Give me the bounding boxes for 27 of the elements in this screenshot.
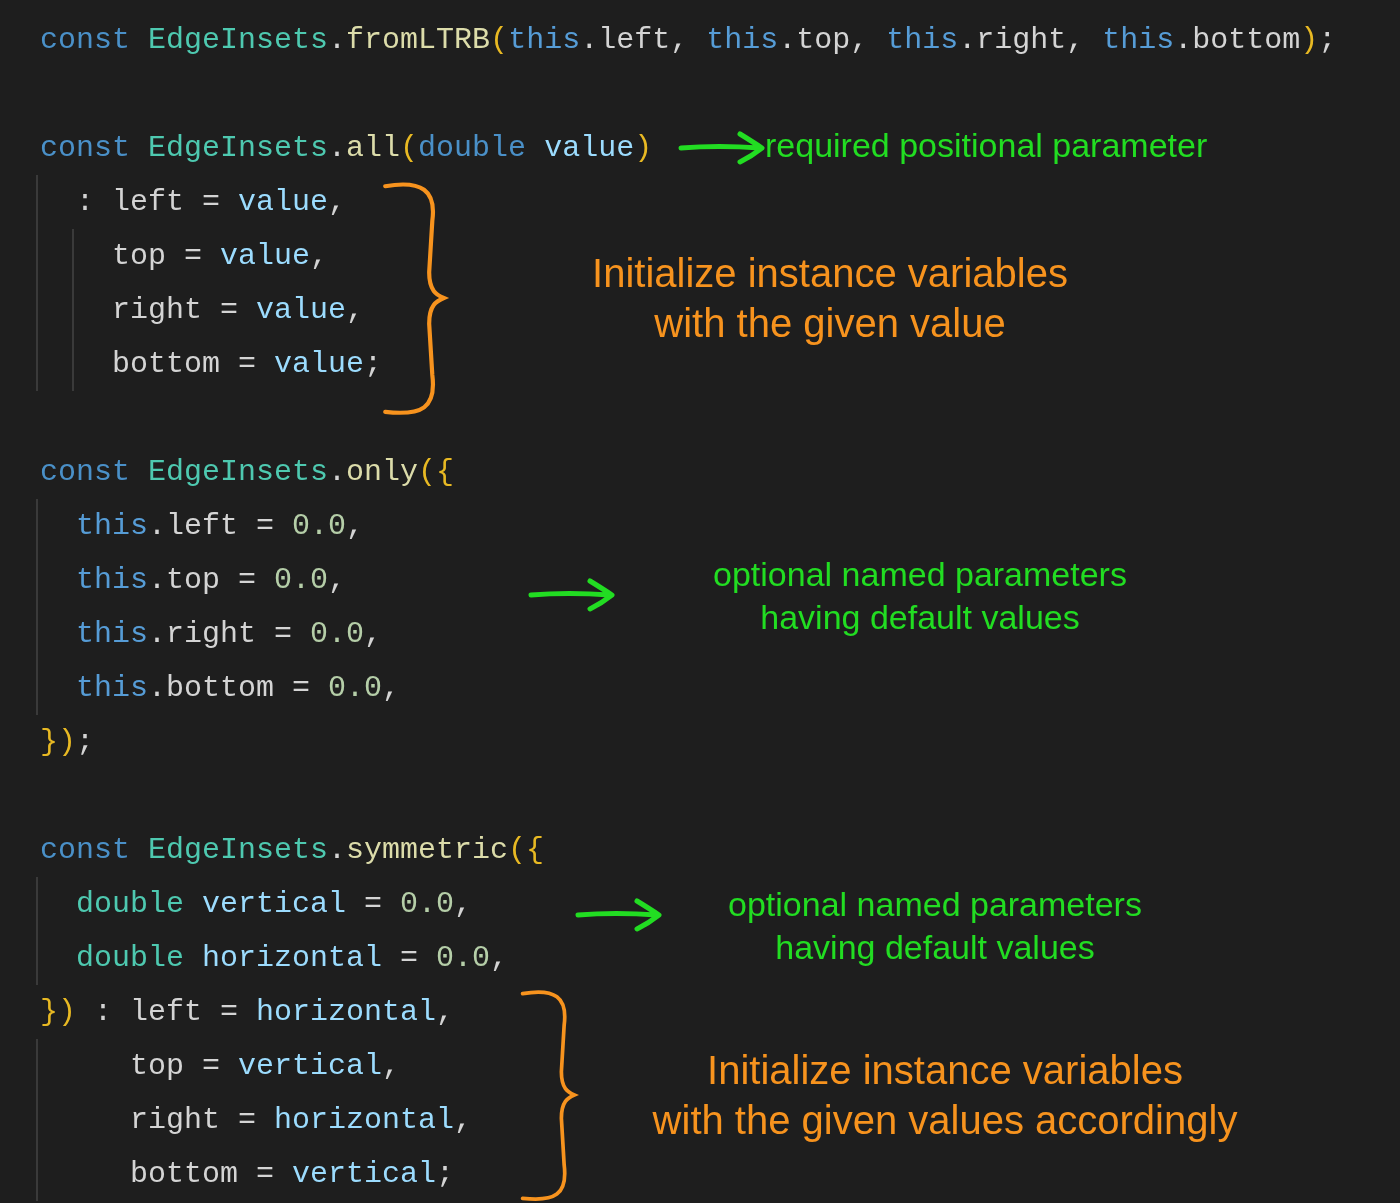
annotation-text: optional named parameters having default values bbox=[727, 884, 1143, 968]
arrow-icon bbox=[575, 895, 665, 935]
code-line: const EdgeInsets.all(double value) bbox=[40, 131, 653, 165]
arrow-icon bbox=[678, 128, 768, 168]
code-line: const EdgeInsets.fromLTRB(this.left, this.top, this.right, this.bottom); bbox=[40, 23, 1337, 57]
code-line: top = value, bbox=[111, 239, 329, 273]
code-line: }) : left = horizontal, bbox=[40, 995, 455, 1029]
code-line: right = horizontal, bbox=[129, 1103, 473, 1137]
code-line: this.bottom = 0.0, bbox=[75, 671, 401, 705]
code-line: right = value, bbox=[111, 293, 365, 327]
code-line: : left = value, bbox=[75, 185, 347, 219]
code-line: top = vertical, bbox=[129, 1049, 401, 1083]
code-line: this.top = 0.0, bbox=[75, 563, 347, 597]
code-line: const EdgeInsets.only({ bbox=[40, 455, 455, 489]
code-line: this.left = 0.0, bbox=[75, 509, 365, 543]
code-line: this.right = 0.0, bbox=[75, 617, 383, 651]
annotation-text: Initialize instance variables with the given values accordingly bbox=[651, 1047, 1239, 1144]
arrow-icon bbox=[528, 575, 618, 615]
code-line: double vertical = 0.0, bbox=[75, 887, 473, 921]
code-line: bottom = vertical; bbox=[129, 1157, 455, 1191]
annotation-text: required positional parameter bbox=[765, 125, 1209, 166]
code-line: bottom = value; bbox=[111, 347, 383, 381]
code-line: }); bbox=[40, 725, 95, 759]
annotation-text: Initialize instance variables with the given value bbox=[591, 250, 1069, 347]
code-line: const EdgeInsets.symmetric({ bbox=[40, 833, 545, 867]
code-line: double horizontal = 0.0, bbox=[75, 941, 509, 975]
annotation-text: optional named parameters having default values bbox=[712, 554, 1128, 638]
